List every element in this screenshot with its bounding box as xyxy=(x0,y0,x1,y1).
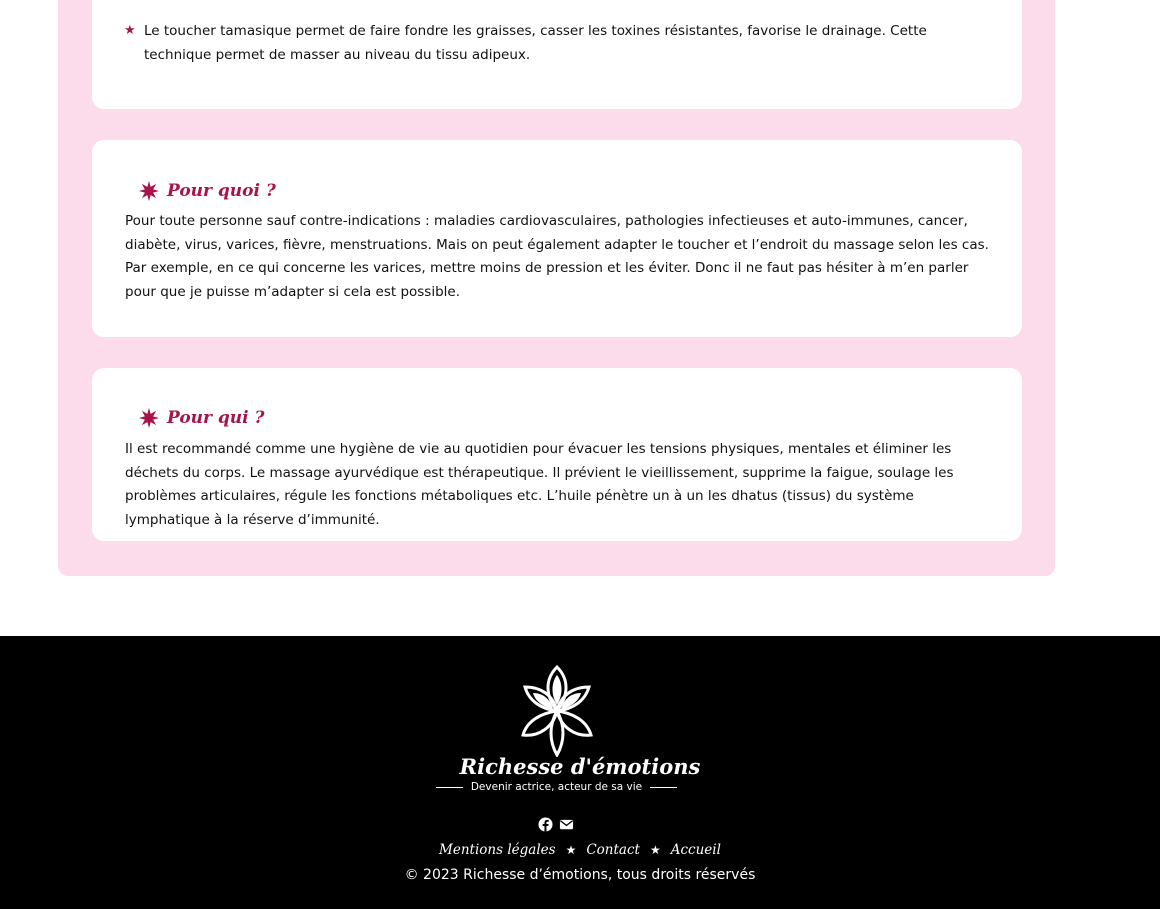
brand-tagline: Devenir actrice, acteur de sa vie xyxy=(436,781,677,793)
footer-link-mentions-legales[interactable]: Mentions légales xyxy=(439,842,556,858)
footer-link-accueil[interactable]: Accueil xyxy=(671,842,721,858)
star-separator-icon: ★ xyxy=(565,843,577,857)
section-title: Pour qui ? xyxy=(167,408,265,428)
footer-nav: Mentions légales ★ Contact ★ Accueil xyxy=(0,842,1160,858)
envelope-icon[interactable] xyxy=(559,817,574,832)
tagline-text: Devenir actrice, acteur de sa vie xyxy=(470,781,643,793)
section-heading-pour-quoi: Pour quoi ? xyxy=(138,180,276,202)
star-bullet-icon: ★ xyxy=(124,23,136,38)
divider xyxy=(436,786,463,788)
brand-name: Richesse d'émotions xyxy=(459,754,701,779)
section-text: Pour toute personne sauf contre-indicati… xyxy=(125,213,989,300)
section-text: Il est recommandé comme une hygiène de v… xyxy=(125,441,954,528)
bullet-item: ★ Le toucher tamasique permet de faire f… xyxy=(124,20,964,67)
facebook-icon[interactable] xyxy=(538,817,553,832)
divider xyxy=(650,786,677,788)
starburst-icon xyxy=(138,407,160,429)
social-links xyxy=(538,817,574,832)
starburst-icon xyxy=(138,180,160,202)
section-heading-pour-qui: Pour qui ? xyxy=(138,407,264,429)
footer-link-contact[interactable]: Contact xyxy=(586,842,640,858)
bullet-text: Le toucher tamasique permet de faire fon… xyxy=(144,23,927,63)
lotus-logo-icon xyxy=(521,665,593,757)
section-title: Pour quoi ? xyxy=(167,181,276,201)
site-footer: Richesse d'émotions Devenir actrice, act… xyxy=(0,636,1160,909)
copyright-text: © 2023 Richesse d’émotions, tous droits … xyxy=(404,867,756,883)
star-separator-icon: ★ xyxy=(649,843,661,857)
